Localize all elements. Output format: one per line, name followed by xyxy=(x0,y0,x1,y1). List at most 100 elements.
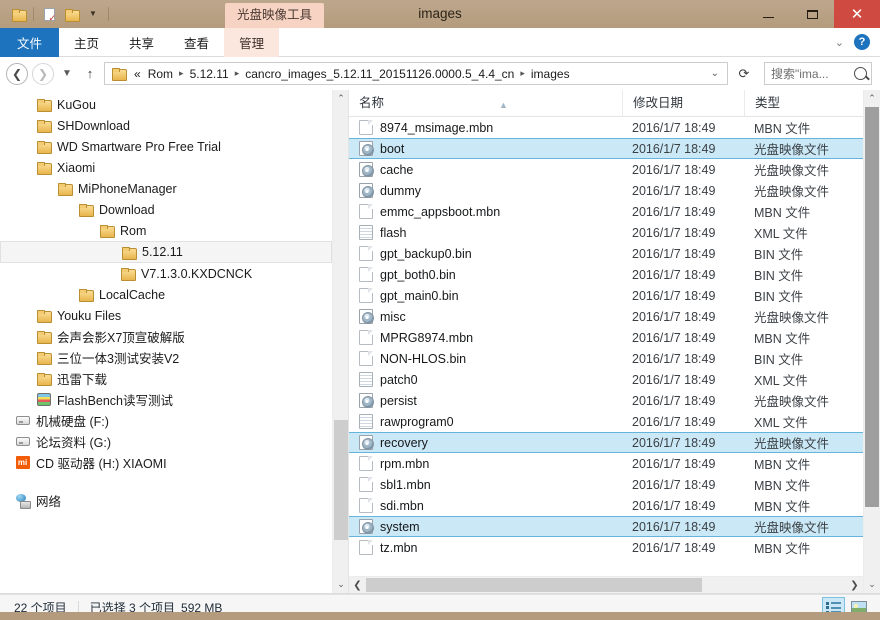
table-row[interactable]: MPRG8974.mbn2016/1/7 18:49MBN 文件 xyxy=(349,327,863,348)
chevron-down-icon[interactable]: ⌄ xyxy=(835,36,844,49)
breadcrumb-item-images[interactable]: images xyxy=(527,67,574,81)
table-row[interactable]: NON-HLOS.bin2016/1/7 18:49BIN 文件 xyxy=(349,348,863,369)
nav-item-7[interactable]: 5.12.11 xyxy=(0,241,332,263)
up-one-level-button[interactable]: ↑ xyxy=(80,63,100,85)
nav-item-13[interactable]: 迅雷下载 xyxy=(0,368,332,389)
tab-share[interactable]: 共享 xyxy=(114,28,169,57)
nav-item-16[interactable]: 论坛资料 (G:) xyxy=(0,431,332,452)
file-scrollbar-thumb[interactable] xyxy=(865,107,879,507)
nav-item-0[interactable]: KuGou xyxy=(0,94,332,115)
forward-button[interactable]: ❯ xyxy=(32,63,54,85)
breadcrumb-overflow[interactable]: « xyxy=(129,67,144,81)
table-row[interactable]: emmc_appsboot.mbn2016/1/7 18:49MBN 文件 xyxy=(349,201,863,222)
search-input[interactable]: 搜索"ima... xyxy=(771,65,852,82)
refresh-button[interactable]: ⟳ xyxy=(732,62,756,85)
search-icon[interactable] xyxy=(854,67,867,80)
nav-item-9[interactable]: LocalCache xyxy=(0,284,332,305)
navigation-scrollbar[interactable]: ⌃ ⌄ xyxy=(332,90,348,593)
table-row[interactable]: persist2016/1/7 18:49光盘映像文件 xyxy=(349,390,863,411)
nav-scroll-up-icon[interactable]: ⌃ xyxy=(333,90,348,107)
nav-item-1[interactable]: SHDownload xyxy=(0,115,332,136)
file-name-text: rpm.mbn xyxy=(380,457,429,471)
nav-item-12[interactable]: 三位一体3测试安装V2 xyxy=(0,347,332,368)
file-list-horizontal-scrollbar[interactable]: ❮ ❯ xyxy=(349,576,863,593)
maximize-button[interactable] xyxy=(790,0,834,28)
tab-view[interactable]: 查看 xyxy=(169,28,224,57)
nav-item-11[interactable]: 会声会影X7顶宣破解版 xyxy=(0,326,332,347)
column-header-name[interactable]: 名称 ▲ xyxy=(349,90,622,116)
nav-item-10[interactable]: Youku Files xyxy=(0,305,332,326)
table-row[interactable]: rawprogram02016/1/7 18:49XML 文件 xyxy=(349,411,863,432)
minimize-button[interactable] xyxy=(746,0,790,28)
bin-file-icon xyxy=(359,288,373,303)
nav-scrollbar-thumb[interactable] xyxy=(334,420,348,540)
table-row[interactable]: gpt_both0.bin2016/1/7 18:49BIN 文件 xyxy=(349,264,863,285)
file-name-text: boot xyxy=(380,142,404,156)
table-row[interactable]: system2016/1/7 18:49光盘映像文件 xyxy=(349,516,863,537)
table-row[interactable]: sbl1.mbn2016/1/7 18:49MBN 文件 xyxy=(349,474,863,495)
new-folder-icon[interactable] xyxy=(61,4,81,24)
column-header-type[interactable]: 类型 xyxy=(744,90,863,116)
table-row[interactable]: gpt_main0.bin2016/1/7 18:49BIN 文件 xyxy=(349,285,863,306)
tab-file[interactable]: 文件 xyxy=(0,28,59,57)
hscroll-thumb[interactable] xyxy=(366,578,702,592)
back-button[interactable]: ❮ xyxy=(6,63,28,85)
nav-item-4[interactable]: MiPhoneManager xyxy=(0,178,332,199)
table-row[interactable]: gpt_backup0.bin2016/1/7 18:49BIN 文件 xyxy=(349,243,863,264)
folder-properties-icon[interactable] xyxy=(8,4,28,24)
nav-item-3[interactable]: Xiaomi xyxy=(0,157,332,178)
table-row[interactable]: 8974_msimage.mbn2016/1/7 18:49MBN 文件 xyxy=(349,117,863,138)
nav-item-label: 网络 xyxy=(36,491,61,510)
toolbar-divider xyxy=(33,7,34,21)
nav-item-17[interactable]: miCD 驱动器 (H:) XIAOMI xyxy=(0,452,332,473)
breadcrumb-bar[interactable]: « Rom ▸ 5.12.11 ▸ cancro_images_5.12.11_… xyxy=(104,62,728,85)
tab-manage[interactable]: 管理 xyxy=(224,28,279,57)
table-row[interactable]: dummy2016/1/7 18:49光盘映像文件 xyxy=(349,180,863,201)
customize-quick-access-caret[interactable]: ▼ xyxy=(83,4,103,24)
folder-icon xyxy=(119,268,136,279)
recent-locations-button[interactable]: ▼ xyxy=(58,63,76,85)
nav-item-15[interactable]: 机械硬盘 (F:) xyxy=(0,410,332,431)
hscroll-left-icon[interactable]: ❮ xyxy=(349,577,366,593)
close-button[interactable]: ✕ xyxy=(834,0,880,28)
table-row[interactable]: sdi.mbn2016/1/7 18:49MBN 文件 xyxy=(349,495,863,516)
table-row[interactable]: patch02016/1/7 18:49XML 文件 xyxy=(349,369,863,390)
nav-item-8[interactable]: V7.1.3.0.KXDCNCK xyxy=(0,263,332,284)
nav-item-2[interactable]: WD Smartware Pro Free Trial xyxy=(0,136,332,157)
file-list-scrollbar[interactable]: ⌃ ⌄ xyxy=(863,90,880,593)
new-item-icon[interactable]: ✓ xyxy=(39,4,59,24)
tab-home[interactable]: 主页 xyxy=(59,28,114,57)
window-controls: ✕ xyxy=(746,0,880,28)
nav-item-6[interactable]: Rom xyxy=(0,220,332,241)
hscroll-right-icon[interactable]: ❯ xyxy=(846,577,863,593)
breadcrumb-item-rom[interactable]: Rom xyxy=(144,67,177,81)
table-row[interactable]: rpm.mbn2016/1/7 18:49MBN 文件 xyxy=(349,453,863,474)
column-header-date[interactable]: 修改日期 xyxy=(622,90,744,116)
table-row[interactable]: flash2016/1/7 18:49XML 文件 xyxy=(349,222,863,243)
file-name-cell: misc xyxy=(349,309,622,324)
nav-item-19[interactable]: 网络 xyxy=(0,490,332,511)
breadcrumb-separator-1[interactable]: ▸ xyxy=(177,68,186,79)
nav-item-label: CD 驱动器 (H:) XIAOMI xyxy=(36,453,167,472)
table-row[interactable]: boot2016/1/7 18:49光盘映像文件 xyxy=(349,138,863,159)
breadcrumb-dropdown-icon[interactable]: ⌄ xyxy=(705,68,725,79)
breadcrumb-separator-3[interactable]: ▸ xyxy=(518,68,527,79)
file-date-cell: 2016/1/7 18:49 xyxy=(622,289,744,303)
file-scroll-down-icon[interactable]: ⌄ xyxy=(864,576,880,593)
search-box[interactable]: 搜索"ima... xyxy=(764,62,872,85)
table-row[interactable]: misc2016/1/7 18:49光盘映像文件 xyxy=(349,306,863,327)
nav-item-14[interactable]: FlashBench读写测试 xyxy=(0,389,332,410)
breadcrumb-item-version[interactable]: 5.12.11 xyxy=(186,67,233,81)
table-row[interactable]: tz.mbn2016/1/7 18:49MBN 文件 xyxy=(349,537,863,558)
file-name-cell: sbl1.mbn xyxy=(349,477,622,492)
nav-item-5[interactable]: Download xyxy=(0,199,332,220)
table-row[interactable]: recovery2016/1/7 18:49光盘映像文件 xyxy=(349,432,863,453)
disc-image-icon xyxy=(359,183,373,198)
nav-scroll-down-icon[interactable]: ⌄ xyxy=(333,576,348,593)
breadcrumb-item-package[interactable]: cancro_images_5.12.11_20151126.0000.5_4.… xyxy=(241,67,518,81)
file-scroll-up-icon[interactable]: ⌃ xyxy=(864,90,880,107)
breadcrumb-separator-2[interactable]: ▸ xyxy=(233,68,242,79)
hscroll-track[interactable] xyxy=(366,577,846,593)
help-icon[interactable]: ? xyxy=(854,34,870,50)
table-row[interactable]: cache2016/1/7 18:49光盘映像文件 xyxy=(349,159,863,180)
